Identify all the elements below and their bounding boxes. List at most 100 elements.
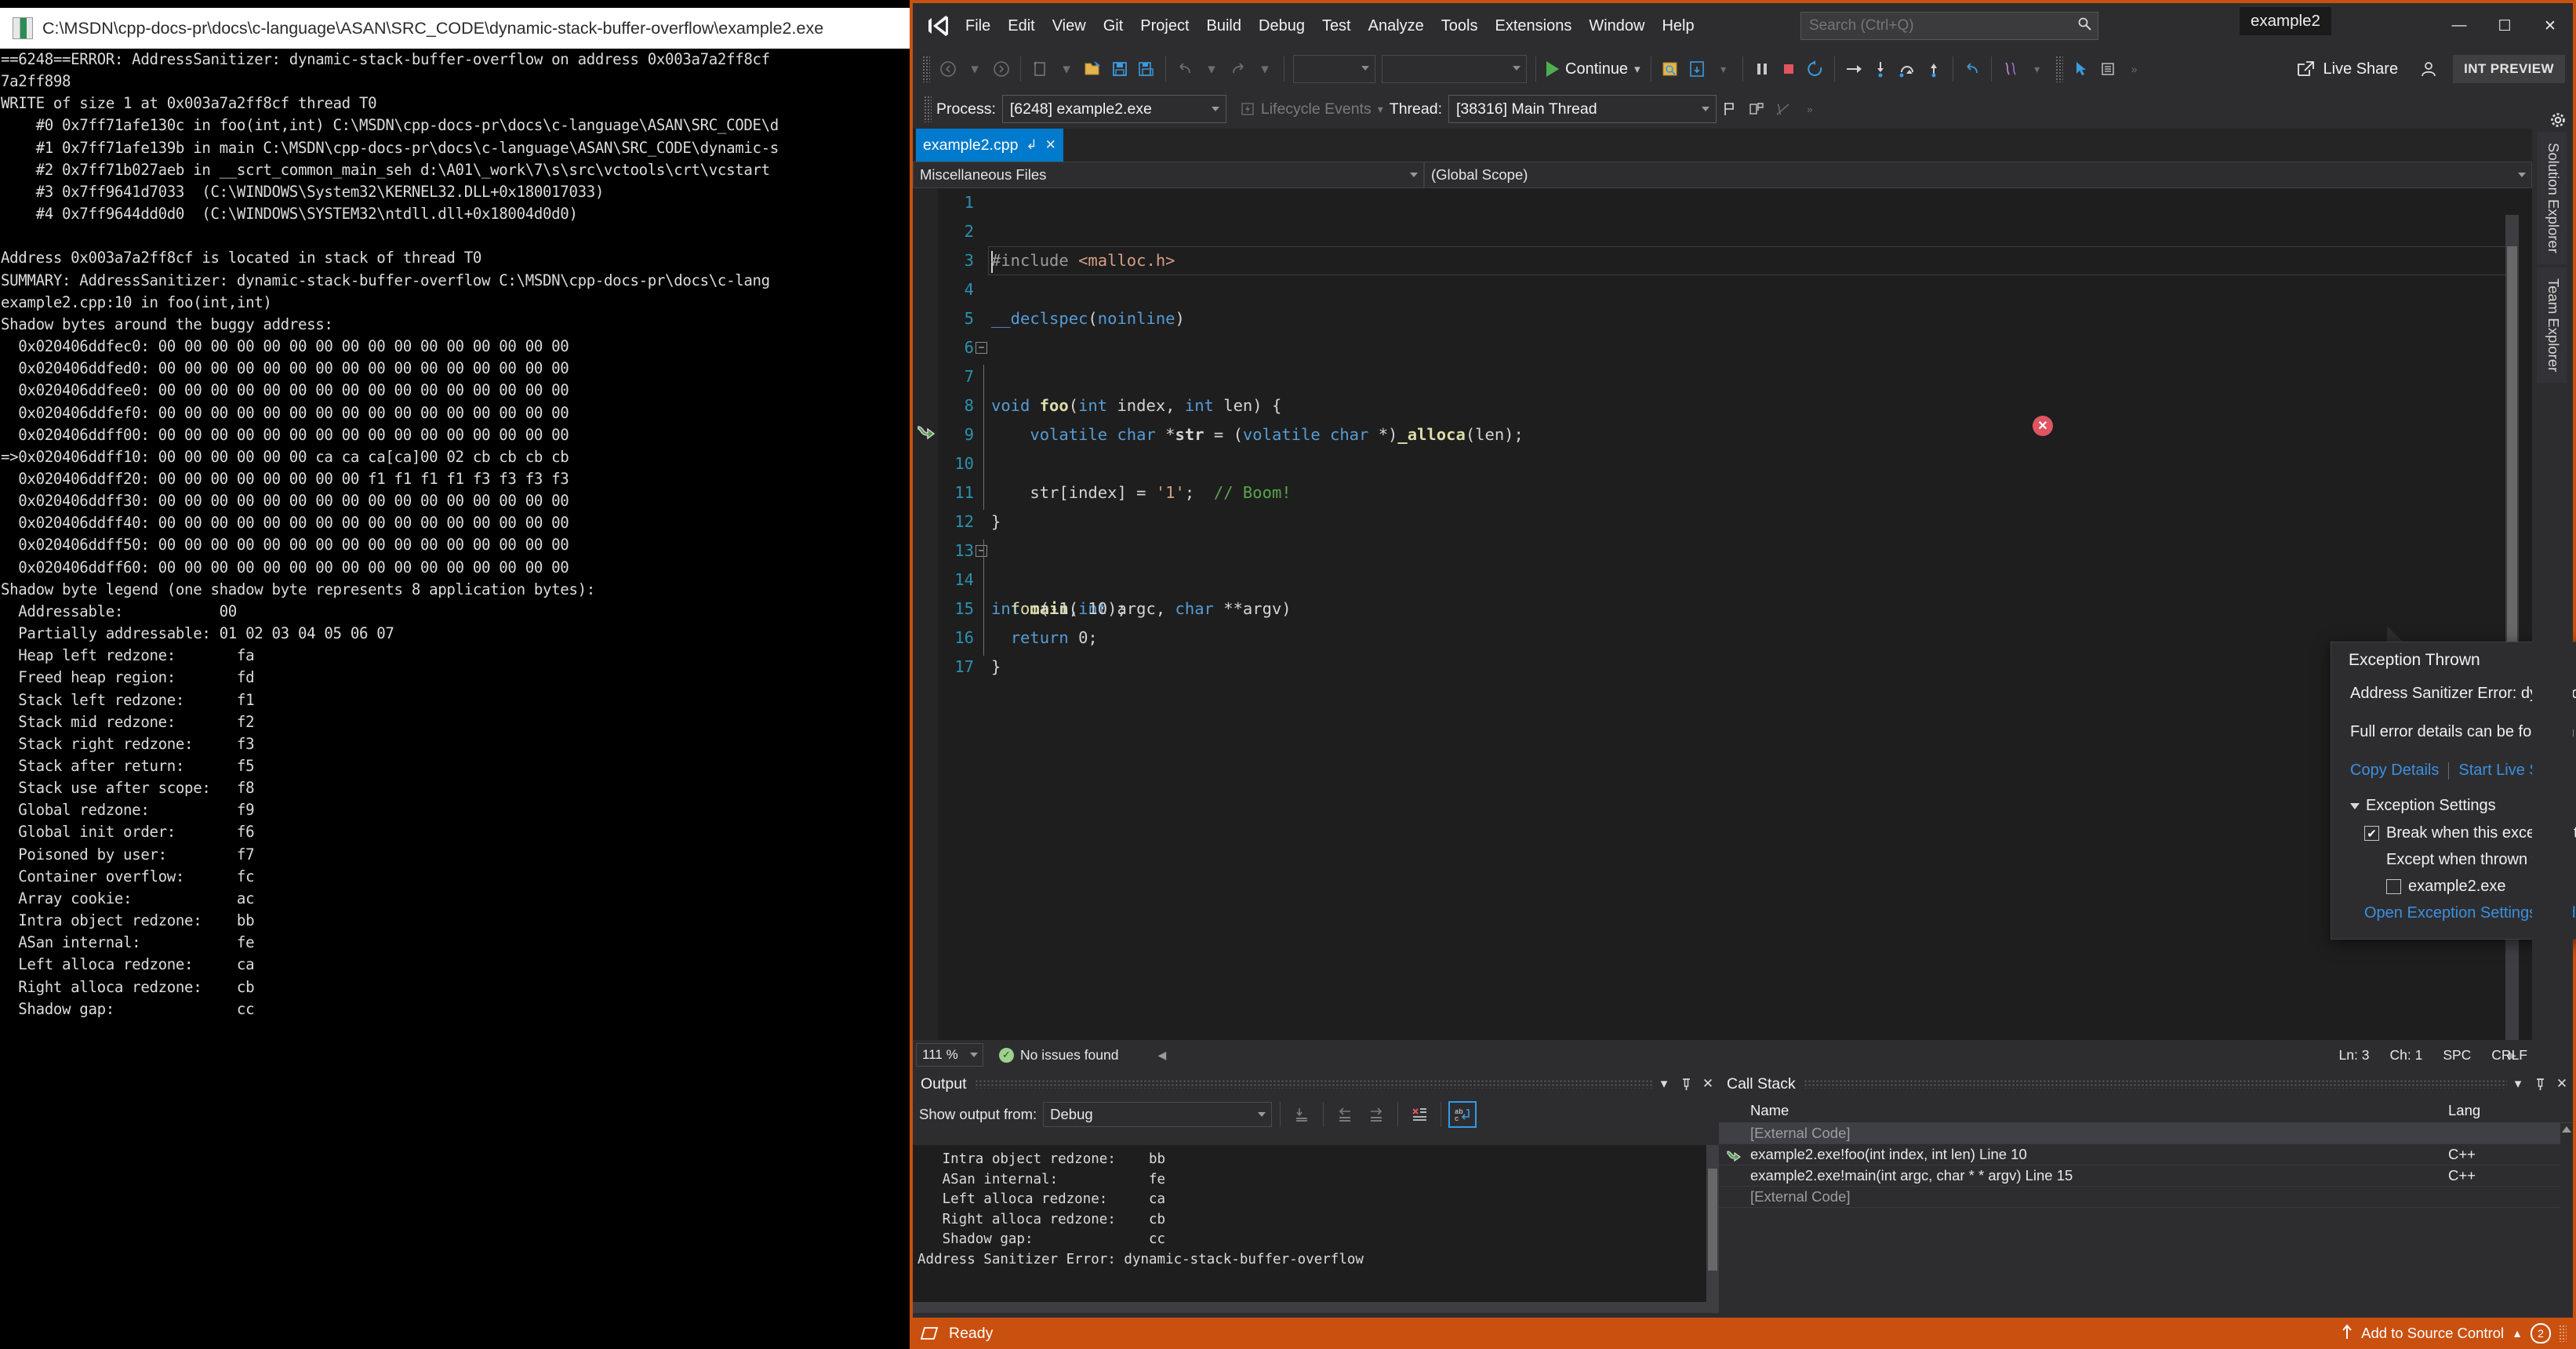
save-all-icon[interactable] xyxy=(1133,53,1160,85)
save-dump-icon[interactable] xyxy=(1684,53,1710,85)
call-stack-close-icon[interactable]: ✕ xyxy=(2551,1072,2573,1096)
toggle-word-wrap-icon[interactable]: ab c xyxy=(1448,1101,1477,1128)
stop-debugging-icon[interactable] xyxy=(1775,53,1802,85)
output-panel-dropdown-icon[interactable]: ▾ xyxy=(1653,1072,1675,1096)
threads-icon[interactable] xyxy=(1997,53,2024,85)
notifications-icon[interactable]: 2 xyxy=(2531,1323,2551,1344)
pause-icon[interactable] xyxy=(1749,53,1775,85)
break-on-exception-checkbox[interactable]: ✔ xyxy=(2364,826,2379,841)
settings-gear-icon[interactable] xyxy=(2549,111,2567,133)
redo-icon[interactable] xyxy=(1225,53,1252,85)
previous-message-icon[interactable] xyxy=(1331,1101,1359,1128)
navigate-back-dropdown-icon[interactable]: ▾ xyxy=(961,53,988,85)
menu-file[interactable]: File xyxy=(957,13,999,40)
scroll-up-arrow-icon[interactable] xyxy=(2562,1126,2571,1133)
hscroll-left-arrow-icon[interactable]: ◀ xyxy=(1158,1049,1167,1062)
copy-details-link[interactable]: Copy Details xyxy=(2350,762,2439,780)
lifecycle-events-dropdown-icon[interactable]: ▾ xyxy=(1378,103,1383,116)
next-message-icon[interactable] xyxy=(1362,1101,1390,1128)
menu-help[interactable]: Help xyxy=(1653,13,1702,40)
account-icon[interactable] xyxy=(2415,53,2442,85)
sidebar-item-solution-explorer[interactable]: Solution Explorer xyxy=(2537,132,2567,264)
sidebar-item-team-explorer[interactable]: Team Explorer xyxy=(2537,267,2567,384)
table-row[interactable]: example2.exe!main(int argc, char * * arg… xyxy=(1719,1165,2573,1187)
open-exception-settings-link[interactable]: Open Exception Settings xyxy=(2364,904,2537,922)
source-control-expand-icon[interactable]: ▲ xyxy=(2512,1327,2523,1340)
member-scope-combo[interactable]: (Global Scope) xyxy=(1424,162,2532,188)
thread-combo[interactable]: [38316] Main Thread xyxy=(1448,95,1717,123)
continue-dropdown-icon[interactable]: ▾ xyxy=(1634,62,1640,76)
toolbar-grip[interactable] xyxy=(2055,56,2063,82)
search-input[interactable] xyxy=(1801,16,2071,35)
step-into-icon[interactable] xyxy=(1867,53,1894,85)
toolbar-grip[interactable] xyxy=(922,56,930,82)
no-threads-icon[interactable] xyxy=(1770,93,1797,125)
show-only-flagged-icon[interactable] xyxy=(1743,93,1770,125)
menu-view[interactable]: View xyxy=(1044,13,1095,40)
configuration-combo[interactable] xyxy=(1293,55,1375,83)
redo-dropdown-icon[interactable]: ▾ xyxy=(1252,53,1278,85)
add-to-source-control-button[interactable]: Add to Source Control xyxy=(2361,1325,2504,1342)
project-scope-combo[interactable]: Miscellaneous Files xyxy=(913,162,1424,188)
threads-dropdown-icon[interactable]: ▾ xyxy=(2024,53,2051,85)
close-button[interactable]: ✕ xyxy=(2527,3,2573,49)
menu-window[interactable]: Window xyxy=(1580,13,1653,40)
call-stack-vertical-scrollbar[interactable] xyxy=(2560,1123,2573,1313)
issues-indicator[interactable]: ✓ No issues found xyxy=(999,1047,1119,1064)
call-stack-dropdown-icon[interactable]: ▾ xyxy=(2507,1072,2529,1096)
new-file-dropdown-icon[interactable]: ▾ xyxy=(1053,53,1080,85)
toolbar-overflow-icon[interactable]: ▾ xyxy=(1710,53,1737,85)
minimize-button[interactable]: — xyxy=(2436,3,2482,49)
go-to-message-icon[interactable] xyxy=(1288,1101,1316,1128)
collapse-region-icon[interactable]: − xyxy=(976,342,987,354)
table-row[interactable]: [External Code] xyxy=(1719,1187,2573,1208)
menu-project[interactable]: Project xyxy=(1132,13,1197,40)
close-tab-icon[interactable]: ✕ xyxy=(1045,137,1056,153)
tab-example2-cpp[interactable]: example2.cpp ↲ ✕ xyxy=(916,129,1063,162)
navigate-back-icon[interactable] xyxy=(935,53,961,85)
pointer-icon[interactable] xyxy=(2068,53,2095,85)
menu-test[interactable]: Test xyxy=(1313,13,1360,40)
save-icon[interactable] xyxy=(1106,53,1133,85)
flag-thread-icon[interactable] xyxy=(1717,93,1743,125)
new-file-icon[interactable] xyxy=(1026,53,1053,85)
step-over-icon[interactable] xyxy=(1894,53,1920,85)
table-row[interactable]: [External Code] xyxy=(1719,1123,2573,1144)
debug-bar-overflow-icon[interactable]: » xyxy=(1797,93,1823,125)
code-pane[interactable]: 1 2 #include <malloc.h> 3 4 __declspec(n… xyxy=(913,188,2519,1040)
platform-combo[interactable] xyxy=(1382,55,1527,83)
scrollbar-thumb[interactable] xyxy=(1708,1169,1717,1271)
maximize-button[interactable]: ☐ xyxy=(2482,3,2527,49)
continue-button[interactable]: Continue ▾ xyxy=(1542,53,1645,85)
column-header-name[interactable]: Name xyxy=(1719,1102,2448,1119)
call-stack-pin-icon[interactable] xyxy=(2529,1072,2551,1096)
toolbar-chevron-overflow-icon[interactable]: » xyxy=(2121,53,2148,85)
menu-git[interactable]: Git xyxy=(1095,13,1132,40)
menu-edit[interactable]: Edit xyxy=(999,13,1043,40)
table-row[interactable]: example2.exe!foo(int index, int len) Lin… xyxy=(1719,1144,2573,1165)
open-file-icon[interactable] xyxy=(1080,53,1106,85)
zoom-level-combo[interactable]: 111 % xyxy=(916,1043,983,1067)
lifecycle-events-icon[interactable] xyxy=(1234,93,1261,125)
attach-to-process-icon[interactable] xyxy=(1657,53,1684,85)
panel-drag-handle[interactable] xyxy=(1803,1079,2507,1089)
undo-dropdown-icon[interactable]: ▾ xyxy=(1198,53,1225,85)
output-panel-close-icon[interactable]: ✕ xyxy=(1697,1072,1719,1096)
navigate-forward-icon[interactable] xyxy=(988,53,1015,85)
output-source-combo[interactable]: Debug xyxy=(1043,1102,1273,1127)
show-next-statement-icon[interactable] xyxy=(1840,53,1867,85)
debug-bar-grip[interactable] xyxy=(924,96,932,122)
scrollbar-thumb[interactable] xyxy=(2507,246,2517,654)
process-combo[interactable]: [6248] example2.exe xyxy=(1001,95,1226,123)
menu-extensions[interactable]: Extensions xyxy=(1486,13,1580,40)
step-out-icon[interactable] xyxy=(1920,53,1947,85)
search-box[interactable] xyxy=(1800,12,2098,40)
breakpoints-window-icon[interactable] xyxy=(2095,53,2121,85)
clear-all-icon[interactable] xyxy=(1405,1101,1433,1128)
menu-tools[interactable]: Tools xyxy=(1433,13,1487,40)
collapse-region-icon[interactable]: − xyxy=(976,545,987,557)
column-header-lang[interactable]: Lang xyxy=(2448,1102,2480,1119)
panel-drag-handle[interactable] xyxy=(974,1079,1653,1089)
output-vertical-scrollbar[interactable] xyxy=(1706,1145,1719,1313)
menu-analyze[interactable]: Analyze xyxy=(1360,13,1433,40)
